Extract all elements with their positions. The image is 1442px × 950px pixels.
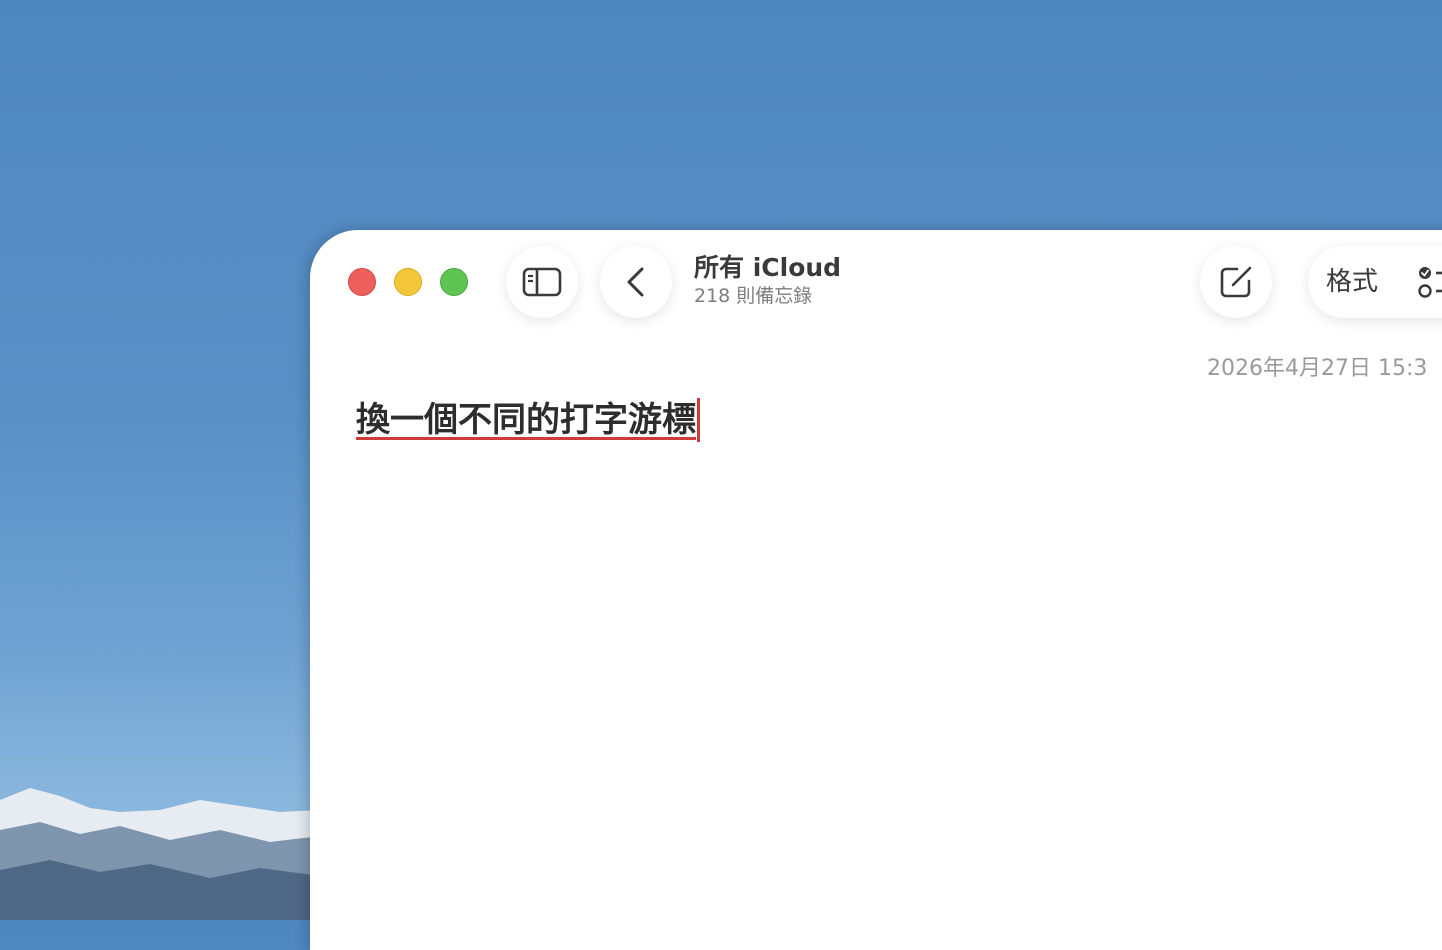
- folder-title-block: 所有 iCloud 218 則備忘錄: [694, 252, 841, 308]
- compose-icon: [1220, 266, 1252, 298]
- mountain-wallpaper: [0, 788, 320, 920]
- note-date: 2026年4月27日 15:3: [1207, 356, 1428, 381]
- back-button[interactable]: [600, 246, 672, 318]
- chevron-left-icon: [627, 267, 644, 297]
- checklist-icon[interactable]: [1416, 264, 1442, 300]
- note-body[interactable]: 換一個不同的打字游標: [356, 398, 700, 442]
- new-note-button[interactable]: [1200, 246, 1272, 318]
- format-button[interactable]: 格式: [1326, 266, 1378, 298]
- note-title[interactable]: 換一個不同的打字游標: [356, 398, 696, 442]
- folder-title: 所有 iCloud: [694, 253, 842, 282]
- toggle-sidebar-button[interactable]: [506, 246, 578, 318]
- note-count: 218 則備忘錄: [694, 285, 813, 307]
- minimize-button[interactable]: [394, 268, 422, 296]
- text-cursor: [697, 398, 700, 442]
- close-button[interactable]: [348, 268, 376, 296]
- format-toolbar-group: 格式: [1308, 246, 1442, 318]
- notes-window: 所有 iCloud 218 則備忘錄 格式 2026年4月27日 15:3 換一…: [310, 230, 1442, 950]
- sidebar-icon: [522, 267, 562, 297]
- maximize-button[interactable]: [440, 268, 468, 296]
